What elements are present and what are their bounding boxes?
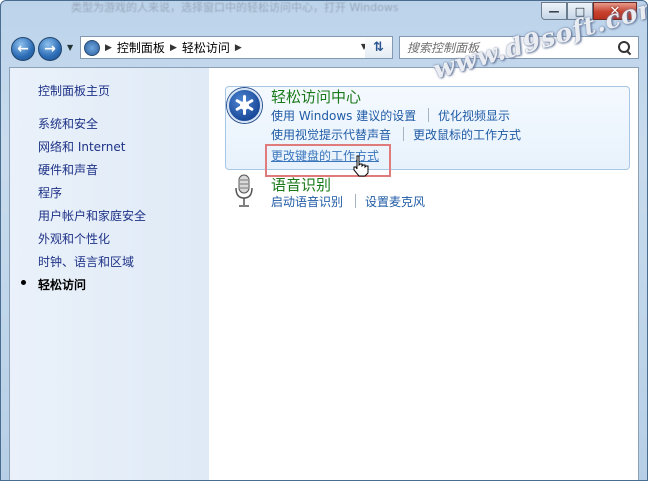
control-panel-icon — [84, 39, 100, 56]
chevron-right-icon[interactable]: ▶ — [105, 43, 112, 53]
refresh-button[interactable]: ⇅ — [365, 36, 393, 59]
chevron-right-icon[interactable]: ▶ — [235, 43, 242, 53]
hand-cursor-icon — [353, 155, 369, 177]
sidebar-item-system-security[interactable]: 系统和安全 — [38, 115, 98, 132]
link-mouse-settings[interactable]: 更改鼠标的工作方式 — [413, 126, 521, 143]
annotation-highlight-box — [265, 144, 391, 177]
ease-of-access-icon[interactable] — [227, 88, 262, 123]
ease-icon-hub — [240, 101, 249, 110]
link-start-speech[interactable]: 启动语音识别 — [271, 193, 343, 210]
forward-arrow-icon: → — [44, 41, 56, 57]
sidebar-item-hardware-sound[interactable]: 硬件和声音 — [38, 161, 98, 178]
main-panel: 轻松访问中心 使用 Windows 建议的设置 优化视频显示 使用视觉提示代替声… — [209, 68, 638, 480]
refresh-icon: ⇅ — [373, 40, 384, 55]
link-setup-microphone[interactable]: 设置麦克风 — [365, 193, 425, 210]
ease-center-title[interactable]: 轻松访问中心 — [271, 86, 361, 107]
sidebar-item-appearance[interactable]: 外观和个性化 — [38, 230, 110, 247]
back-button[interactable]: ← — [11, 37, 35, 61]
address-bar[interactable]: ▶ 控制面板 ▶ 轻松访问 ▶ ▼ — [80, 36, 393, 59]
sidebar-item-home[interactable]: 控制面板主页 — [38, 82, 110, 99]
sidebar-item-programs[interactable]: 程序 — [38, 184, 62, 201]
chevron-right-icon[interactable]: ▶ — [170, 43, 177, 53]
minimize-icon: — — [548, 4, 560, 18]
back-arrow-icon: ← — [17, 41, 29, 57]
breadcrumb-ease-of-access[interactable]: 轻松访问 — [182, 39, 230, 56]
search-icon[interactable] — [618, 40, 632, 55]
speech-recognition-title[interactable]: 语音识别 — [271, 174, 331, 195]
sidebar-item-network[interactable]: 网络和 Internet — [38, 138, 125, 155]
breadcrumb-control-panel[interactable]: 控制面板 — [117, 39, 165, 56]
sidebar: 控制面板主页 系统和安全 网络和 Internet 硬件和声音 程序 用户帐户和… — [10, 68, 209, 480]
recent-pages-dropdown-icon[interactable]: ▼ — [67, 43, 75, 53]
active-bullet — [21, 280, 26, 285]
sidebar-item-clock-language[interactable]: 时钟、语言和区域 — [38, 253, 134, 270]
background-text: 类型为游戏的人来说，选择窗口中的轻松访问中心，打开 Windows — [71, 1, 399, 14]
link-separator — [355, 194, 356, 208]
control-panel-window: 类型为游戏的人来说，选择窗口中的轻松访问中心，打开 Windows — □ ✕ … — [0, 0, 648, 481]
link-windows-recommended[interactable]: 使用 Windows 建议的设置 — [271, 107, 416, 124]
content-area: 控制面板主页 系统和安全 网络和 Internet 硬件和声音 程序 用户帐户和… — [9, 67, 639, 480]
link-separator — [428, 108, 429, 122]
link-optimize-display[interactable]: 优化视频显示 — [438, 107, 510, 124]
sidebar-item-ease-of-access[interactable]: 轻松访问 — [38, 276, 86, 293]
sidebar-item-user-accounts[interactable]: 用户帐户和家庭安全 — [38, 207, 146, 224]
link-visual-cues[interactable]: 使用视觉提示代替声音 — [271, 126, 391, 143]
microphone-icon[interactable] — [233, 174, 255, 208]
forward-button[interactable]: → — [38, 37, 62, 61]
link-separator — [403, 127, 404, 141]
